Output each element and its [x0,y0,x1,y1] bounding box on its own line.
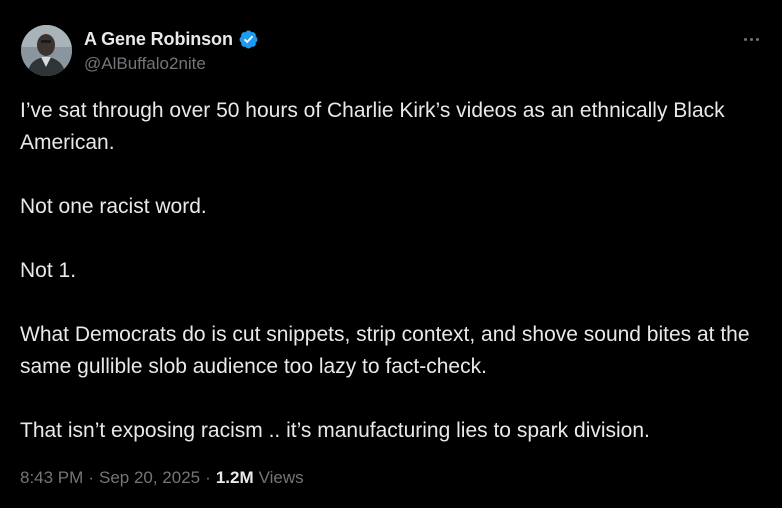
verified-badge-icon[interactable] [238,29,259,50]
more-options-icon[interactable] [737,25,765,53]
author-avatar[interactable] [21,25,72,76]
tweet-meta: 8:43 PM · Sep 20, 2025 · 1.2M Views [20,468,304,488]
tweet-paragraph: What Democrats do is cut snippets, strip… [20,323,756,378]
author-header: A Gene Robinson @AlBuffalo2nite [84,27,259,74]
avatar-photo-icon [21,25,72,76]
tweet-date[interactable]: Sep 20, 2025 [99,468,200,488]
views-label: Views [258,468,304,487]
tweet-paragraph: Not 1. [20,259,77,282]
meta-separator: · [88,468,94,487]
tweet-paragraph: I’ve sat through over 50 hours of Charli… [20,99,730,154]
meta-separator: · [205,468,211,487]
author-handle[interactable]: @AlBuffalo2nite [84,54,259,74]
tweet-paragraph: Not one racist word. [20,195,207,218]
views-count: 1.2M [215,468,254,487]
tweet-card: A Gene Robinson @AlBuffalo2nite I’ve sat… [0,0,782,508]
name-row: A Gene Robinson [84,27,259,51]
author-display-name[interactable]: A Gene Robinson [84,29,233,50]
tweet-text: I’ve sat through over 50 hours of Charli… [20,95,775,447]
tweet-paragraph: That isn’t exposing racism .. it’s manuf… [20,419,650,442]
tweet-time[interactable]: 8:43 PM [20,468,83,488]
